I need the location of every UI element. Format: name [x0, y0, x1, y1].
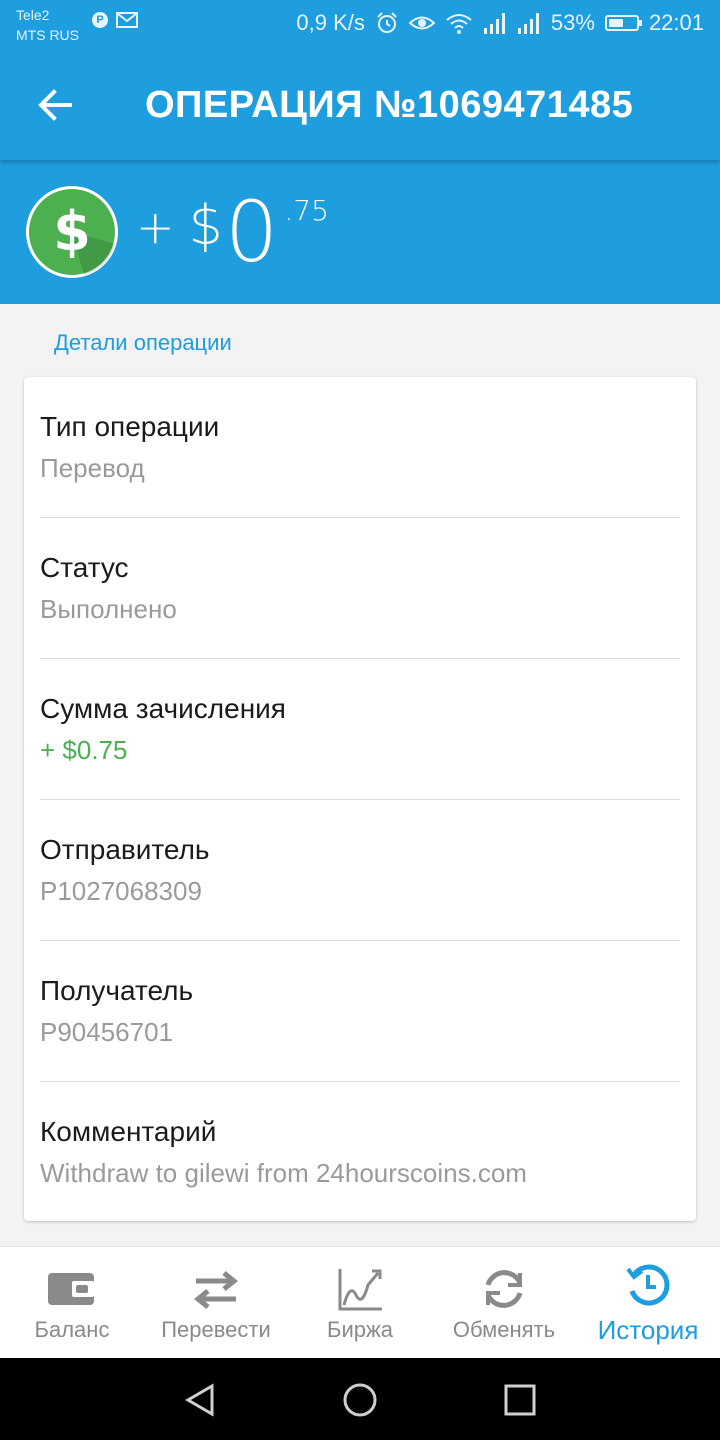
detail-label: Тип операции [40, 411, 220, 442]
signal-icon-2 [517, 13, 539, 34]
detail-label: Отправитель [40, 834, 210, 865]
history-icon [626, 1264, 670, 1306]
back-button[interactable] [30, 80, 80, 130]
clock: 22:01 [648, 10, 704, 35]
detail-row-status: Статус Выполнено [40, 518, 680, 659]
nav-item-exchange-market[interactable]: Биржа [288, 1247, 432, 1359]
page-title: ОПЕРАЦИЯ №1069471485 [145, 84, 634, 126]
nav-label: Баланс [34, 1317, 110, 1342]
status-bar: Tele2 MTS RUS P 0,9 K/s 53% 22:01 [0, 0, 720, 50]
mail-icon [116, 12, 138, 28]
detail-value: Выполнено [40, 594, 177, 624]
detail-label: Статус [40, 552, 129, 583]
alarm-icon [377, 12, 397, 33]
detail-value: P90456701 [40, 1017, 174, 1047]
svg-text:$: $ [53, 200, 91, 263]
carrier-info: Tele2 MTS RUS [16, 5, 79, 45]
detail-value: P1027068309 [40, 876, 202, 906]
details-card: Тип операции Перевод Статус Выполнено Су… [24, 377, 696, 1221]
nav-item-balance[interactable]: Баланс [0, 1247, 144, 1359]
battery-level [608, 19, 623, 27]
amount-integer: 0 [224, 183, 279, 281]
wifi-icon [446, 14, 472, 34]
home-circle-icon[interactable] [340, 1380, 380, 1420]
detail-label: Получатель [40, 975, 194, 1006]
carrier-2: MTS RUS [16, 27, 79, 43]
detail-value: Withdraw to gilewi from 24hourscoins.com [40, 1158, 527, 1188]
eye-icon [408, 16, 435, 30]
detail-row-amount: Сумма зачисления + $0.75 [40, 659, 680, 800]
notification-icons: P [92, 12, 138, 28]
detail-value: Перевод [40, 453, 145, 483]
status-right: 0,9 K/s 53% 22:01 [296, 10, 704, 36]
dollar-coin-icon: $ [26, 186, 118, 278]
amount-currency: $ [188, 194, 223, 257]
amount-display: + $ 0 .75 [136, 190, 329, 274]
chart-icon [338, 1269, 382, 1311]
nav-label: Перевести [161, 1317, 271, 1342]
payeer-notification-icon: P [92, 12, 108, 28]
nav-item-history[interactable]: История [576, 1247, 720, 1359]
signal-icon-1 [483, 13, 505, 34]
recents-square-icon[interactable] [500, 1380, 540, 1420]
nav-label: История [597, 1315, 699, 1345]
back-triangle-icon[interactable] [180, 1380, 220, 1420]
detail-row-type: Тип операции Перевод [40, 377, 680, 518]
detail-row-recipient: Получатель P90456701 [40, 941, 680, 1082]
exchange-icon [485, 1270, 523, 1308]
carrier-1: Tele2 [16, 7, 50, 23]
arrow-back-icon [38, 89, 72, 121]
network-speed: 0,9 K/s [296, 10, 365, 35]
nav-label: Обменять [452, 1317, 556, 1342]
battery-icon [604, 15, 642, 31]
nav-label: Биржа [327, 1317, 393, 1342]
wallet-icon [48, 1273, 94, 1305]
nav-item-swap[interactable]: Обменять [432, 1247, 576, 1359]
detail-label: Сумма зачисления [40, 693, 286, 724]
detail-row-comment: Комментарий Withdraw to gilewi from 24ho… [40, 1082, 680, 1223]
nav-item-transfer[interactable]: Перевести [144, 1247, 288, 1359]
amount-sign: + [136, 200, 175, 254]
amount-fraction: .75 [284, 194, 329, 227]
detail-value-amount: + $0.75 [40, 735, 128, 765]
details-section-title: Детали операции [54, 330, 232, 355]
detail-row-sender: Отправитель P1027068309 [40, 800, 680, 941]
detail-label: Комментарий [40, 1116, 217, 1147]
app-bar: ОПЕРАЦИЯ №1069471485 [0, 50, 720, 160]
battery-percent: 53% [550, 10, 595, 35]
bottom-navigation: Баланс Перевести Биржа Обменять История [0, 1246, 720, 1359]
transfer-arrows-icon [193, 1271, 239, 1309]
amount-header: $ + $ 0 .75 [0, 160, 720, 304]
system-navigation-bar [0, 1358, 720, 1440]
